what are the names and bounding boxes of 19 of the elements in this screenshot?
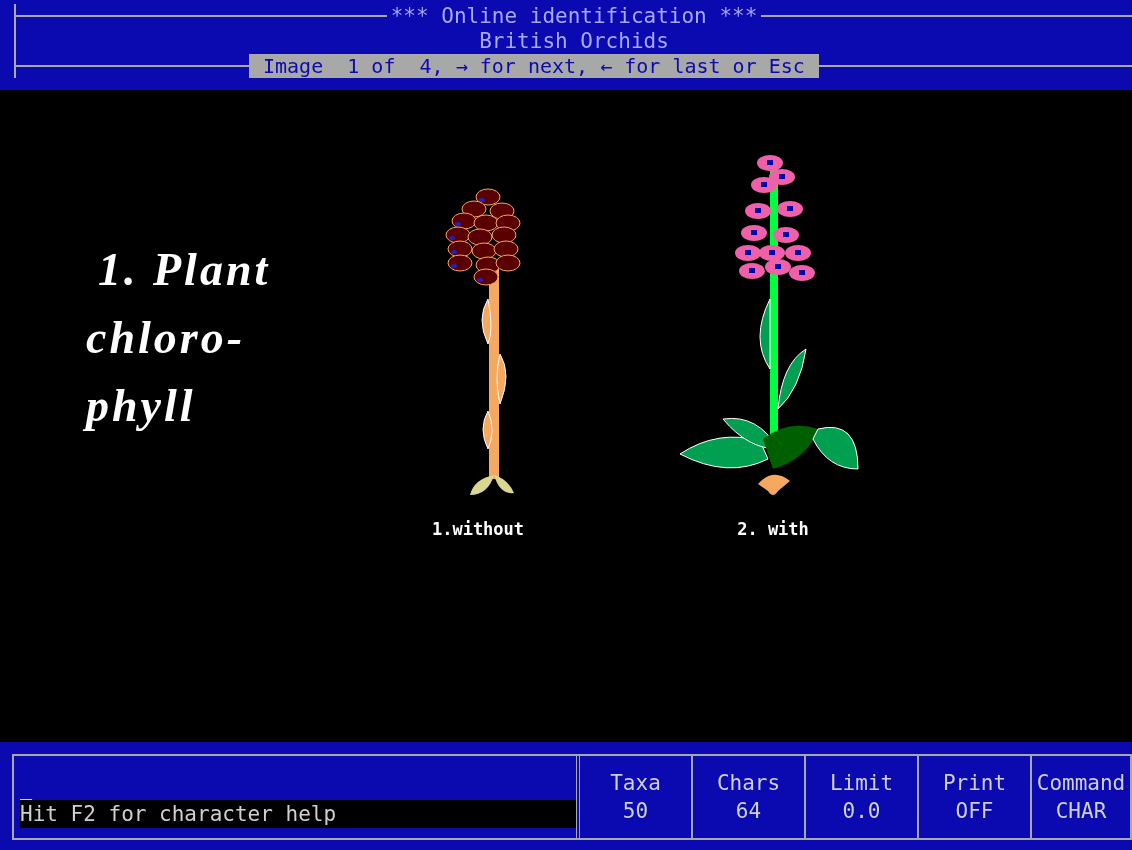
character-heading: 1. Plant	[97, 245, 272, 295]
status-value: 0.0	[842, 798, 881, 825]
character-heading: chloro-	[86, 313, 246, 363]
state-label: 1.without	[431, 517, 525, 541]
navigation-hint: Image 1 of 4, → for next, ← for last or Esc	[249, 54, 819, 78]
status-label: Taxa	[610, 770, 661, 797]
command-cursor: _	[20, 776, 33, 800]
state-label: 2. with	[737, 517, 809, 541]
status-label: Print	[942, 770, 1007, 797]
subtitle: British Orchids	[479, 29, 669, 53]
help-message: Hit F2 for character help	[20, 800, 576, 828]
status-label: Command	[1036, 770, 1126, 797]
status-value: 50	[622, 798, 649, 825]
window-title: *** Online identification ***	[389, 4, 759, 28]
status-label: Limit	[829, 770, 894, 797]
status-label: Chars	[716, 770, 781, 797]
status-value: OFF	[955, 798, 994, 825]
status-value: CHAR	[1055, 798, 1107, 825]
status-value: 64	[735, 798, 762, 825]
